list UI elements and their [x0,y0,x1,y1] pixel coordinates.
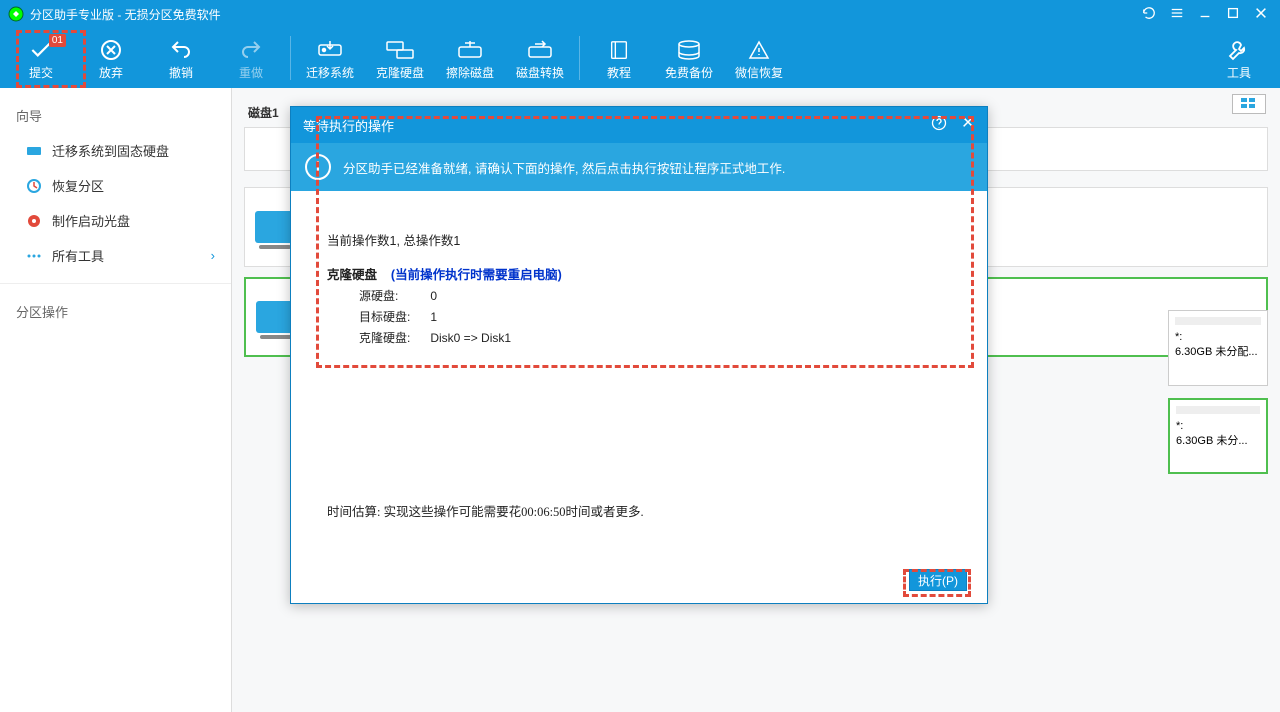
close-icon[interactable] [1254,6,1268,23]
op-warning: (当前操作执行时需要重启电脑) [391,268,562,282]
sidebar-item-bootdisc[interactable]: 制作启动光盘 [0,203,231,238]
convert-button[interactable]: 磁盘转换 [505,30,575,86]
refresh-icon[interactable] [1142,6,1156,23]
wechat-recover-button[interactable]: 微信恢复 [724,30,794,86]
wrench-icon [1227,36,1251,64]
submit-badge: 01 [49,34,66,47]
backup-icon [676,36,702,64]
info-icon: i [305,154,331,180]
partition-card-0[interactable]: *: 6.30GB 未分配... [1168,310,1268,386]
op-details: 源硬盘:0 目标硬盘:1 克隆硬盘:Disk0 => Disk1 [357,285,531,351]
help-icon[interactable] [931,115,947,135]
titlebar: 分区助手专业版 - 无损分区免费软件 [0,0,1280,28]
partition-card-1[interactable]: *: 6.30GB 未分... [1168,398,1268,474]
chevron-right-icon: › [211,248,215,263]
redo-button[interactable]: 重做 [216,30,286,86]
disk-migrate-icon [317,36,343,64]
ssd-icon [26,143,42,159]
time-estimate: 时间估算: 实现这些操作可能需要花00:06:50时间或者更多. [327,501,644,520]
dialog-titlebar: 等待执行的操作 [291,107,987,143]
disk-icon [255,211,295,243]
sidebar-item-migrate[interactable]: 迁移系统到固态硬盘 [0,133,231,168]
dialog-ops: 当前操作数1, 总操作数1 克隆硬盘 (当前操作执行时需要重启电脑) 源硬盘:0… [327,231,951,351]
disk-wipe-icon [457,36,483,64]
view-toggle[interactable] [1232,94,1266,114]
ops-header: 分区操作 [0,294,231,329]
window-controls [1142,6,1280,23]
redo-icon [239,36,263,64]
dialog-banner: i 分区助手已经准备就绪, 请确认下面的操作, 然后点击执行按钮让程序正式地工作… [291,143,987,191]
pending-ops-dialog: 等待执行的操作 i 分区助手已经准备就绪, 请确认下面的操作, 然后点击执行按钮… [290,106,988,604]
wipe-button[interactable]: 擦除磁盘 [435,30,505,86]
app-icon [8,6,24,22]
disk-convert-icon [527,36,553,64]
undo-icon [169,36,193,64]
sidebar: 向导 迁移系统到固态硬盘 恢复分区 制作启动光盘 所有工具 › 分区操作 [0,88,232,712]
wizard-header: 向导 [0,98,231,133]
recover-icon [26,178,42,194]
toolbar: 01 提交 放弃 撤销 重做 迁移系统 克隆硬盘 擦除磁盘 磁盘转换 教程 免费… [0,28,1280,88]
sidebar-item-alltools[interactable]: 所有工具 › [0,238,231,273]
execute-button[interactable]: 执行(P) [909,569,967,591]
maximize-icon[interactable] [1226,6,1240,23]
backup-button[interactable]: 免费备份 [654,30,724,86]
disc-icon [26,213,42,229]
window-title: 分区助手专业版 - 无损分区免费软件 [30,6,221,23]
book-icon [608,36,630,64]
menu-icon[interactable] [1170,6,1184,23]
tools-button[interactable]: 工具 [1204,30,1274,86]
tutorial-button[interactable]: 教程 [584,30,654,86]
discard-button[interactable]: 放弃 [76,30,146,86]
grid-icon [1241,98,1257,110]
sidebar-item-recover[interactable]: 恢复分区 [0,168,231,203]
dialog-close-icon[interactable] [961,115,975,135]
disk-clone-icon [386,36,414,64]
undo-button[interactable]: 撤销 [146,30,216,86]
minimize-icon[interactable] [1198,6,1212,23]
op-name: 克隆硬盘 [327,268,377,282]
dialog-title: 等待执行的操作 [303,116,394,135]
submit-button[interactable]: 01 提交 [6,30,76,86]
ops-count: 当前操作数1, 总操作数1 [327,231,951,251]
dots-icon [26,248,42,264]
wechat-icon [747,36,771,64]
cancel-icon [99,36,123,64]
migrate-button[interactable]: 迁移系统 [295,30,365,86]
clone-button[interactable]: 克隆硬盘 [365,30,435,86]
